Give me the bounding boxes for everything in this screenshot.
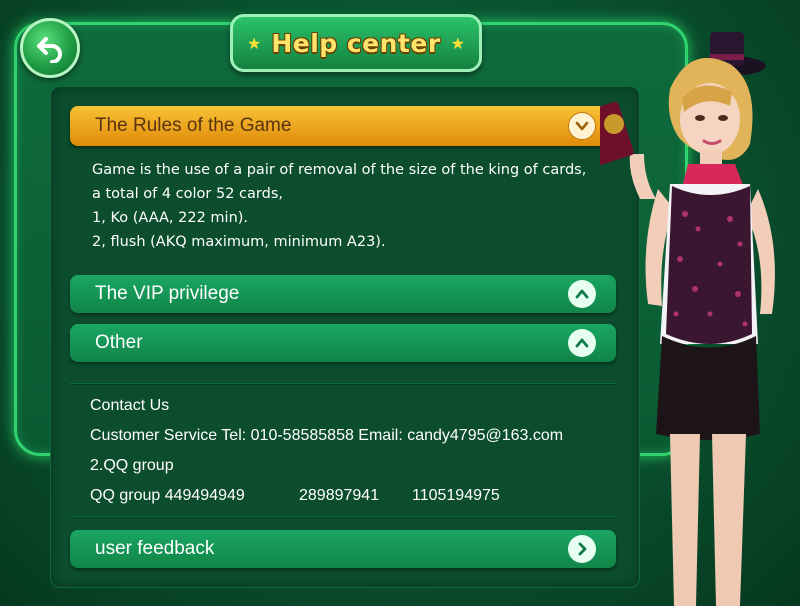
chevron-up-icon[interactable] <box>568 280 596 308</box>
back-arrow-icon <box>37 37 62 63</box>
section-other-label: Other <box>95 332 143 353</box>
star-icon: ★ <box>450 33 466 53</box>
divider <box>70 383 616 384</box>
rules-content: Game is the use of a pair of removal of … <box>92 158 632 254</box>
chevron-up-icon[interactable] <box>568 329 596 357</box>
user-feedback-label: user feedback <box>95 538 215 559</box>
qq-number: 1105194975 <box>412 487 500 504</box>
back-button[interactable] <box>20 18 80 78</box>
section-vip-header[interactable]: The VIP privilege <box>70 275 616 313</box>
qq-group-row: QQ group 449494949 289897941 1105194975 <box>90 484 563 514</box>
section-rules-label: The Rules of the Game <box>95 115 292 136</box>
title-plate: ★ Help center ★ <box>230 14 482 72</box>
qq-group-title: 2.QQ group <box>90 457 174 474</box>
rules-line: 1, Ko (AAA, 222 min). <box>92 210 249 226</box>
contact-info: Contact Us Customer Service Tel: 010-585… <box>90 394 563 514</box>
rules-line: Game is the use of a pair of removal of … <box>92 162 587 178</box>
qq-number: 289897941 <box>299 487 380 504</box>
page-title: Help center <box>271 28 441 58</box>
section-other-header[interactable]: Other <box>70 324 616 362</box>
section-vip-label: The VIP privilege <box>95 283 240 304</box>
contact-service: Customer Service Tel: 010-58585858 Email… <box>90 427 564 444</box>
contact-title: Contact Us <box>90 397 170 414</box>
chevron-down-icon[interactable] <box>568 112 596 140</box>
divider <box>70 516 616 517</box>
user-feedback-button[interactable]: user feedback <box>70 530 616 568</box>
rules-line: a total of 4 color 52 cards, <box>92 186 283 202</box>
qq-number: QQ group 449494949 <box>90 487 245 504</box>
rules-line: 2, flush (AKQ maximum, minimum A23). <box>92 234 386 250</box>
section-rules-header[interactable]: The Rules of the Game <box>70 106 616 146</box>
chevron-right-icon[interactable] <box>568 535 596 563</box>
hostess-illustration <box>600 32 775 606</box>
star-icon: ★ <box>246 33 262 53</box>
